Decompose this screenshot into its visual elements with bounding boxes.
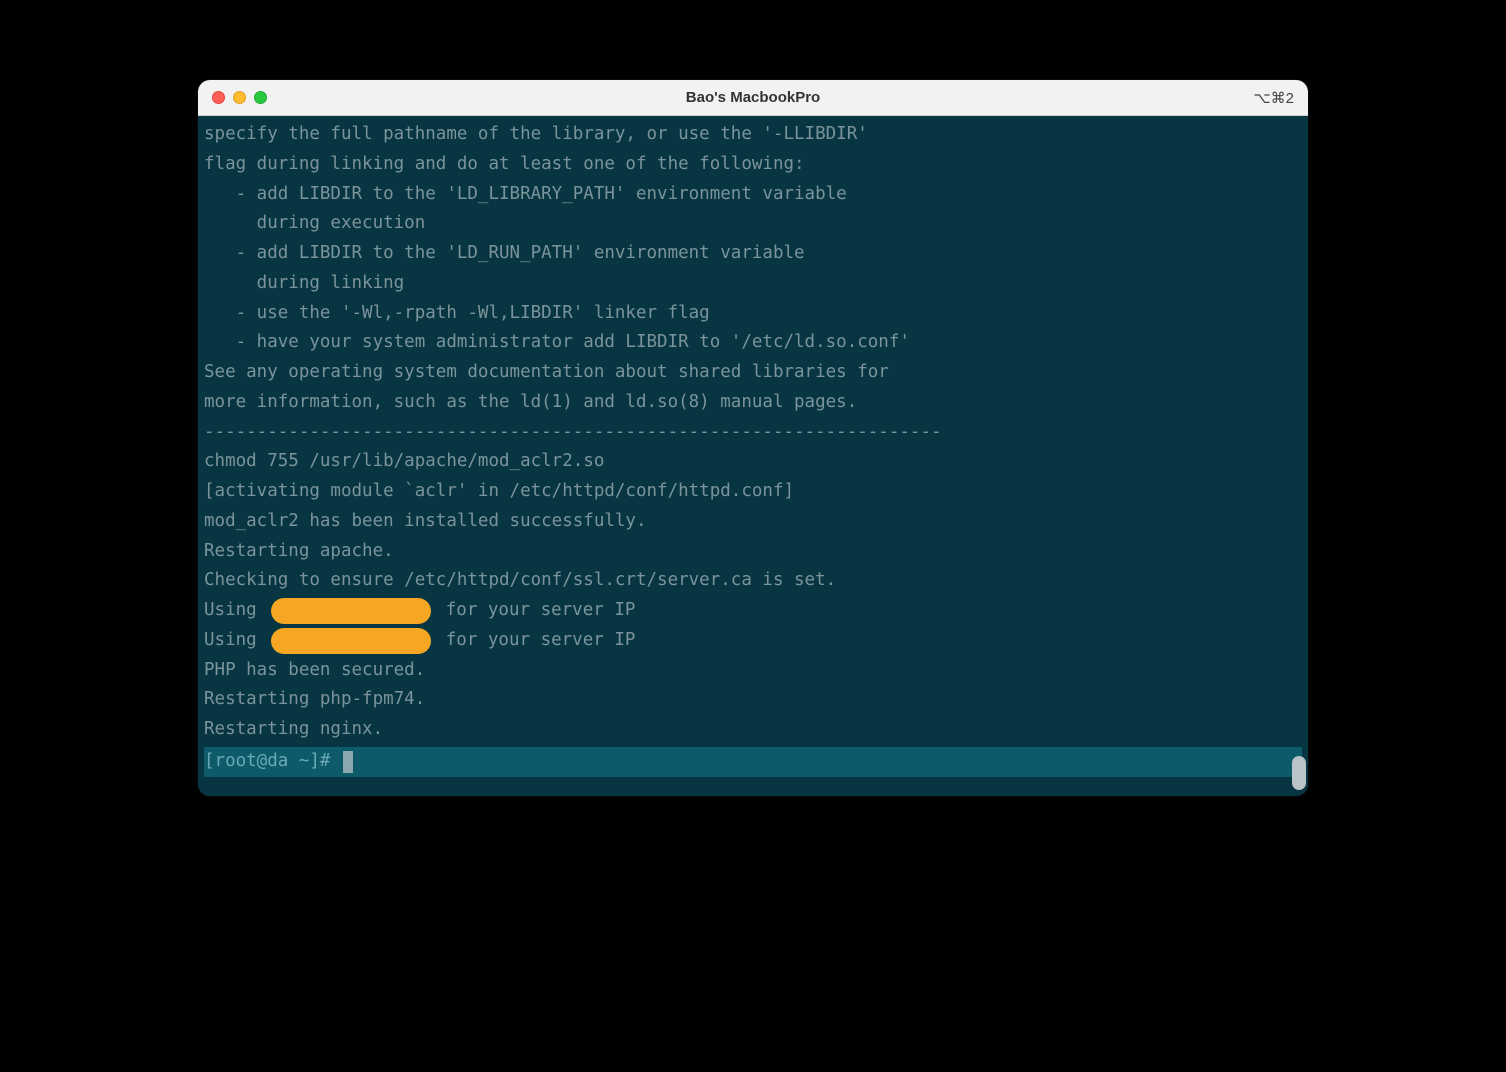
terminal-line: mod_aclr2 has been installed successfull… — [204, 507, 1302, 537]
redact-prefix: Using — [204, 626, 267, 656]
terminal-line: more information, such as the ld(1) and … — [204, 388, 1302, 418]
terminal-line: - add LIBDIR to the 'LD_RUN_PATH' enviro… — [204, 239, 1302, 269]
redact-prefix: Using — [204, 596, 267, 626]
terminal-line: Restarting php-fpm74. — [204, 685, 1302, 715]
keyboard-shortcut: ⌥⌘2 — [1253, 89, 1294, 107]
redaction-block — [271, 628, 431, 654]
terminal-line: [activating module `aclr' in /etc/httpd/… — [204, 477, 1302, 507]
terminal-line: See any operating system documentation a… — [204, 358, 1302, 388]
terminal-line: specify the full pathname of the library… — [204, 120, 1302, 150]
minimize-icon[interactable] — [233, 91, 246, 104]
traffic-lights — [198, 91, 267, 104]
terminal-line: PHP has been secured. — [204, 656, 1302, 686]
close-icon[interactable] — [212, 91, 225, 104]
terminal-line: during execution — [204, 209, 1302, 239]
titlebar[interactable]: Bao's MacbookPro ⌥⌘2 — [198, 80, 1308, 116]
terminal-line: Checking to ensure /etc/httpd/conf/ssl.c… — [204, 566, 1302, 596]
terminal-line: - use the '-Wl,-rpath -Wl,LIBDIR' linker… — [204, 299, 1302, 329]
cursor-icon — [343, 751, 353, 773]
redact-suffix: for your server IP — [435, 596, 635, 626]
scrollbar-thumb[interactable] — [1292, 756, 1306, 790]
terminal-line-redacted: Using for your server IP — [204, 596, 1302, 626]
terminal-line: flag during linking and do at least one … — [204, 150, 1302, 180]
terminal-line: - have your system administrator add LIB… — [204, 328, 1302, 358]
terminal-line: Restarting apache. — [204, 537, 1302, 567]
terminal-line: Restarting nginx. — [204, 715, 1302, 745]
terminal-line: during linking — [204, 269, 1302, 299]
terminal-line: chmod 755 /usr/lib/apache/mod_aclr2.so — [204, 447, 1302, 477]
prompt-line[interactable]: [root@da ~]# — [204, 747, 1302, 777]
terminal-line: - add LIBDIR to the 'LD_LIBRARY_PATH' en… — [204, 180, 1302, 210]
window-title: Bao's MacbookPro — [198, 89, 1308, 106]
terminal-line-redacted: Using for your server IP — [204, 626, 1302, 656]
terminal-body[interactable]: specify the full pathname of the library… — [198, 116, 1308, 796]
terminal-window: Bao's MacbookPro ⌥⌘2 specify the full pa… — [198, 80, 1308, 796]
redaction-block — [271, 598, 431, 624]
maximize-icon[interactable] — [254, 91, 267, 104]
prompt-text: [root@da ~]# — [204, 747, 341, 777]
terminal-line: ----------------------------------------… — [204, 418, 1302, 448]
redact-suffix: for your server IP — [435, 626, 635, 656]
